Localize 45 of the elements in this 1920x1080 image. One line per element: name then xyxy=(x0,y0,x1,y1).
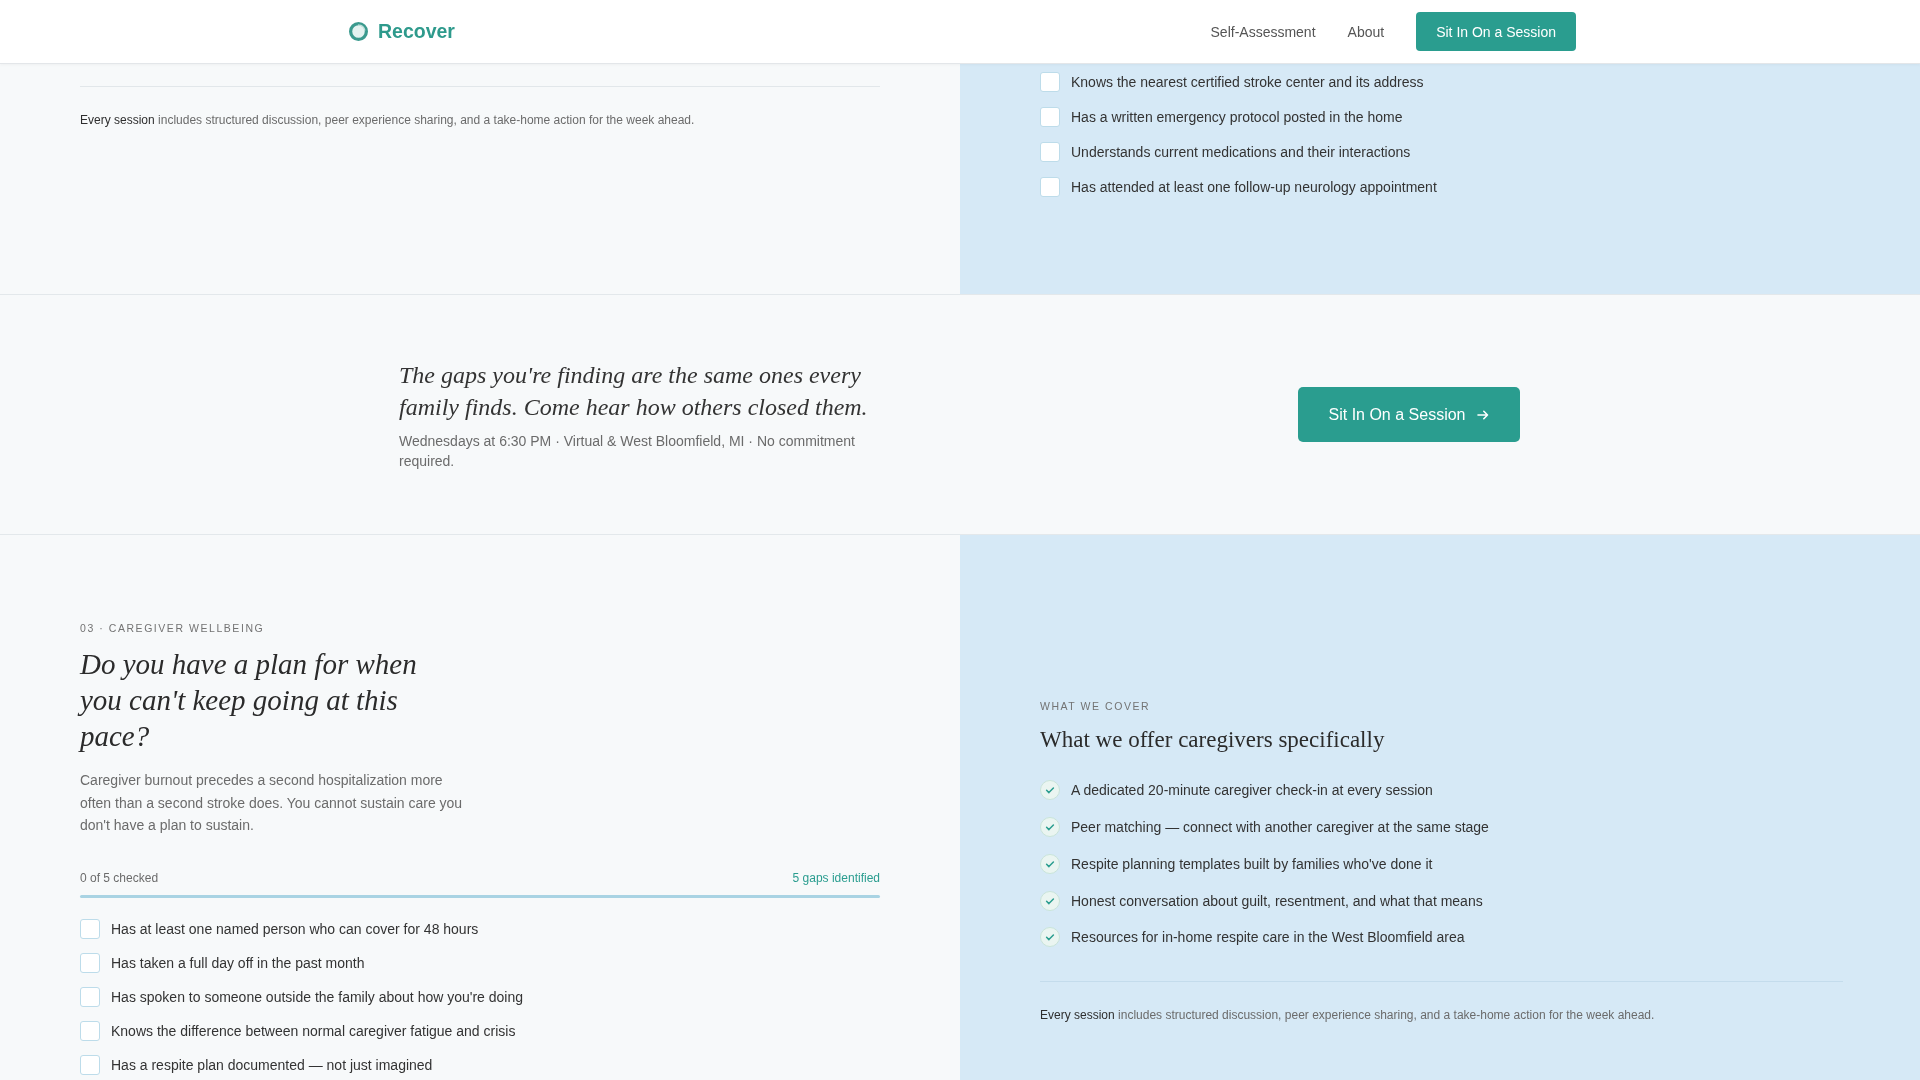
checklist-item-label: Knows the nearest certified stroke center and its address xyxy=(1071,72,1424,92)
feature-item-text: Peer matching — connect with another caregiver at the same stage xyxy=(1071,818,1489,838)
feature-item-text: A dedicated 20-minute caregiver check-in at every session xyxy=(1071,781,1433,801)
checklist-item-label: Understands current medications and their interactions xyxy=(1071,142,1411,162)
nav-link[interactable]: About xyxy=(1347,23,1385,40)
check-circle-icon xyxy=(1040,780,1060,801)
checklist-item-label: Has at least one named person who can cover for 48 hours xyxy=(111,919,479,939)
check-circle-icon xyxy=(1040,927,1060,948)
checked-count: 0 of 5 checked xyxy=(80,869,159,886)
checkbox[interactable] xyxy=(80,1020,100,1041)
quote-text: The gaps you're finding are the same ones every family finds. Come hear how others closed them. xyxy=(399,360,869,422)
ring-logo-icon[interactable] xyxy=(349,22,368,41)
checkbox[interactable] xyxy=(80,918,100,939)
checklist-item-label: Knows the difference between normal caregiver fatigue and crisis xyxy=(111,1021,516,1041)
session-button[interactable]: Sit In On a Session xyxy=(1298,387,1520,442)
checkbox[interactable] xyxy=(1040,141,1060,162)
session-note: Every session includes structured discussion, peer experience sharing, and a take-home action for the week ahead. xyxy=(1040,1006,1656,1024)
check-circle-icon xyxy=(1040,817,1060,838)
checkbox[interactable] xyxy=(1040,106,1060,127)
section-intro: Caregiver burnout precedes a second hospitalization more often than a second stroke does. You cannot sustain care you don't have a plan to sustain. xyxy=(80,771,464,835)
checkbox[interactable] xyxy=(80,986,100,1007)
checklist-item-label: Has a written emergency protocol posted in the home xyxy=(1071,107,1403,127)
session-note: Every session includes structured discussion, peer experience sharing, and a take-home action for the week ahead. xyxy=(80,112,696,129)
checkbox[interactable] xyxy=(1040,71,1060,92)
checklist-item-label: Has spoken to someone outside the family about how you're doing xyxy=(111,987,524,1007)
nav-link[interactable]: Self-Assessment xyxy=(1210,23,1316,40)
checklist-item-label: Has taken a full day off in the past month xyxy=(111,953,365,973)
section-heading: What we offer caregivers specifically xyxy=(1040,726,1386,754)
feature-item-text: Respite planning templates built by families who've done it xyxy=(1071,854,1433,874)
brand-name[interactable]: Recover xyxy=(378,20,455,43)
session-details: Wednesdays at 6:30 PM · Virtual & West Bloomfield, MI · No commitment required. xyxy=(399,431,856,471)
section-eyebrow: 03 · CAREGIVER WELLBEING xyxy=(80,621,265,635)
checklist-item-label: Has a respite plan documented — not just imagined xyxy=(111,1055,433,1075)
checkbox[interactable] xyxy=(1040,176,1060,197)
checkbox[interactable] xyxy=(80,952,100,973)
feature-item-text: Resources for in-home respite care in the West Bloomfield area xyxy=(1071,928,1465,948)
checklist-item-label: Has attended at least one follow-up neurology appointment xyxy=(1071,177,1437,197)
arrow-right-icon xyxy=(1477,409,1490,420)
checkbox[interactable] xyxy=(80,1054,100,1075)
check-circle-icon xyxy=(1040,853,1060,874)
feature-item-text: Honest conversation about guilt, resentment, and what that means xyxy=(1071,891,1483,911)
gaps-count: 5 gaps identified xyxy=(792,869,880,886)
section-eyebrow: WHAT WE COVER xyxy=(1040,699,1151,713)
check-circle-icon xyxy=(1040,890,1060,911)
session-button[interactable]: Sit In On a Session xyxy=(1416,12,1576,51)
